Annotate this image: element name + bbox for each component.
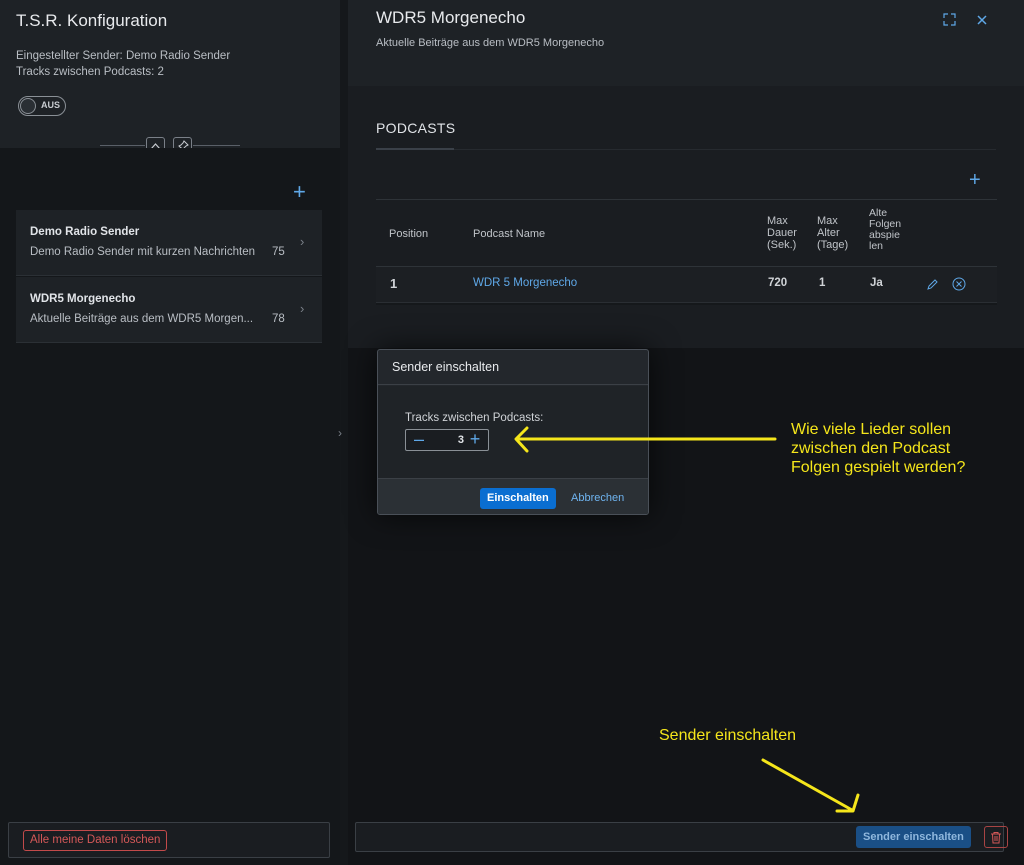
list-item-demo-radio[interactable]: Demo Radio Sender Demo Radio Sender mit …	[16, 210, 322, 276]
toggle-knob	[20, 98, 36, 114]
col-max-age-line: Alter	[817, 227, 840, 239]
tab-bar-line	[376, 149, 996, 150]
dialog-footer: Einschalten Abbrechen	[378, 478, 648, 514]
add-podcast-icon[interactable]: +	[969, 170, 981, 190]
table-row[interactable]: 1 WDR 5 Morgenecho 720 1 Ja	[376, 267, 997, 303]
chevron-right-icon: ›	[300, 234, 305, 249]
confirm-button[interactable]: Einschalten	[480, 488, 556, 509]
decrement-button[interactable]: –	[408, 430, 430, 450]
table-header: Position Podcast Name Max Dauer (Sek.) M…	[376, 199, 997, 267]
annotation-line: Folgen gespielt werden?	[791, 459, 966, 476]
power-toggle[interactable]: AUS	[18, 96, 66, 116]
dialog-header: Sender einschalten	[378, 350, 648, 385]
activate-dialog: Sender einschalten Tracks zwischen Podca…	[377, 349, 649, 515]
list-item-title: WDR5 Morgenecho	[30, 293, 136, 305]
col-max-duration-line: Max	[767, 215, 788, 227]
app-title: T.S.R. Konfiguration	[16, 11, 168, 30]
col-max-duration: Max Dauer (Sek.)	[767, 215, 797, 251]
activate-annotation: Sender einschalten	[659, 727, 796, 744]
station-list: + Demo Radio Sender Demo Radio Sender mi…	[0, 148, 340, 865]
activate-station-button[interactable]: Sender einschalten	[856, 826, 971, 848]
trash-icon	[991, 831, 1001, 843]
expand-chevron-icon[interactable]: ›	[338, 426, 342, 440]
close-icon[interactable]	[976, 13, 988, 30]
increment-button[interactable]: +	[464, 430, 486, 450]
detail-content: PODCASTS + Position Podcast Name Max Dau…	[348, 86, 1024, 348]
cancel-button[interactable]: Abbrechen	[565, 488, 630, 509]
podcast-table: Position Podcast Name Max Dauer (Sek.) M…	[376, 199, 997, 305]
list-item-title: Demo Radio Sender	[30, 226, 140, 238]
detail-title: WDR5 Morgenecho	[376, 8, 526, 27]
col-position: Position	[389, 228, 429, 240]
tracks-value[interactable]: 3	[444, 434, 464, 446]
col-max-age: Max Alter (Tage)	[817, 215, 848, 251]
list-item-count: 78	[272, 313, 285, 325]
fullscreen-icon[interactable]	[943, 13, 956, 30]
delete-all-data-button[interactable]: Alle meine Daten löschen	[23, 830, 168, 851]
tracks-stepper[interactable]: – 3 +	[405, 429, 489, 451]
tracks-info: Tracks zwischen Podcasts: 2	[16, 66, 164, 78]
edit-icon[interactable]	[926, 278, 939, 294]
tracks-field-label: Tracks zwischen Podcasts:	[405, 412, 544, 424]
delete-station-button[interactable]	[984, 826, 1008, 848]
circle-x-svg	[952, 277, 966, 291]
list-item-desc: Aktuelle Beiträge aus dem WDR5 Morgen...	[30, 313, 254, 325]
list-item-desc: Demo Radio Sender mit kurzen Nachrichten	[30, 246, 255, 258]
station-info: Eingestellter Sender: Demo Radio Sender	[16, 50, 231, 62]
list-item-count: 75	[272, 246, 285, 258]
divider-line	[193, 145, 240, 146]
chevron-right-icon: ›	[300, 301, 305, 316]
fullscreen-svg	[943, 13, 956, 26]
col-old-episodes-line: len	[869, 240, 884, 252]
cell-old-episodes: Ja	[870, 277, 883, 289]
detail-subtitle: Aktuelle Beiträge aus dem WDR5 Morgenech…	[376, 37, 605, 49]
toggle-label: AUS	[41, 100, 61, 110]
add-station-icon[interactable]: +	[293, 181, 306, 203]
cell-podcast-name[interactable]: WDR 5 Morgenecho	[473, 277, 577, 289]
col-max-duration-line: (Sek.)	[767, 239, 797, 251]
master-footer: Alle meine Daten löschen	[8, 822, 330, 858]
close-svg	[977, 15, 987, 25]
col-old-episodes: Alte Folgen abspie len	[869, 208, 901, 252]
divider-line	[100, 145, 145, 146]
dialog-body: Tracks zwischen Podcasts: – 3 +	[378, 386, 648, 478]
stepper-annotation: Wie viele Lieder sollen zwischen den Pod…	[791, 420, 965, 477]
col-max-duration-line: Dauer	[767, 227, 797, 239]
col-max-age-line: (Tage)	[817, 239, 849, 251]
cell-max-duration: 720	[768, 277, 788, 289]
detail-footer: Sender einschalten	[355, 822, 1008, 852]
cell-position: 1	[390, 276, 398, 291]
delete-row-icon[interactable]	[952, 277, 966, 294]
detail-header: WDR5 Morgenecho Aktuelle Beiträge aus de…	[348, 0, 1024, 86]
annotation-line: zwischen den Podcast	[791, 440, 951, 457]
annotation-line: Wie viele Lieder sollen	[791, 421, 952, 438]
pencil-svg	[927, 279, 938, 290]
dialog-title: Sender einschalten	[392, 360, 500, 374]
col-max-age-line: Max	[817, 215, 838, 227]
cell-max-age: 1	[819, 277, 826, 289]
tab-underline	[376, 148, 454, 150]
list-item-wdr5[interactable]: WDR5 Morgenecho Aktuelle Beiträge aus de…	[16, 277, 322, 343]
col-podcast-name: Podcast Name	[473, 228, 546, 240]
master-header: T.S.R. Konfiguration Eingestellter Sende…	[0, 0, 340, 148]
tab-podcasts[interactable]: PODCASTS	[376, 120, 455, 136]
master-panel: T.S.R. Konfiguration Eingestellter Sende…	[0, 0, 340, 865]
